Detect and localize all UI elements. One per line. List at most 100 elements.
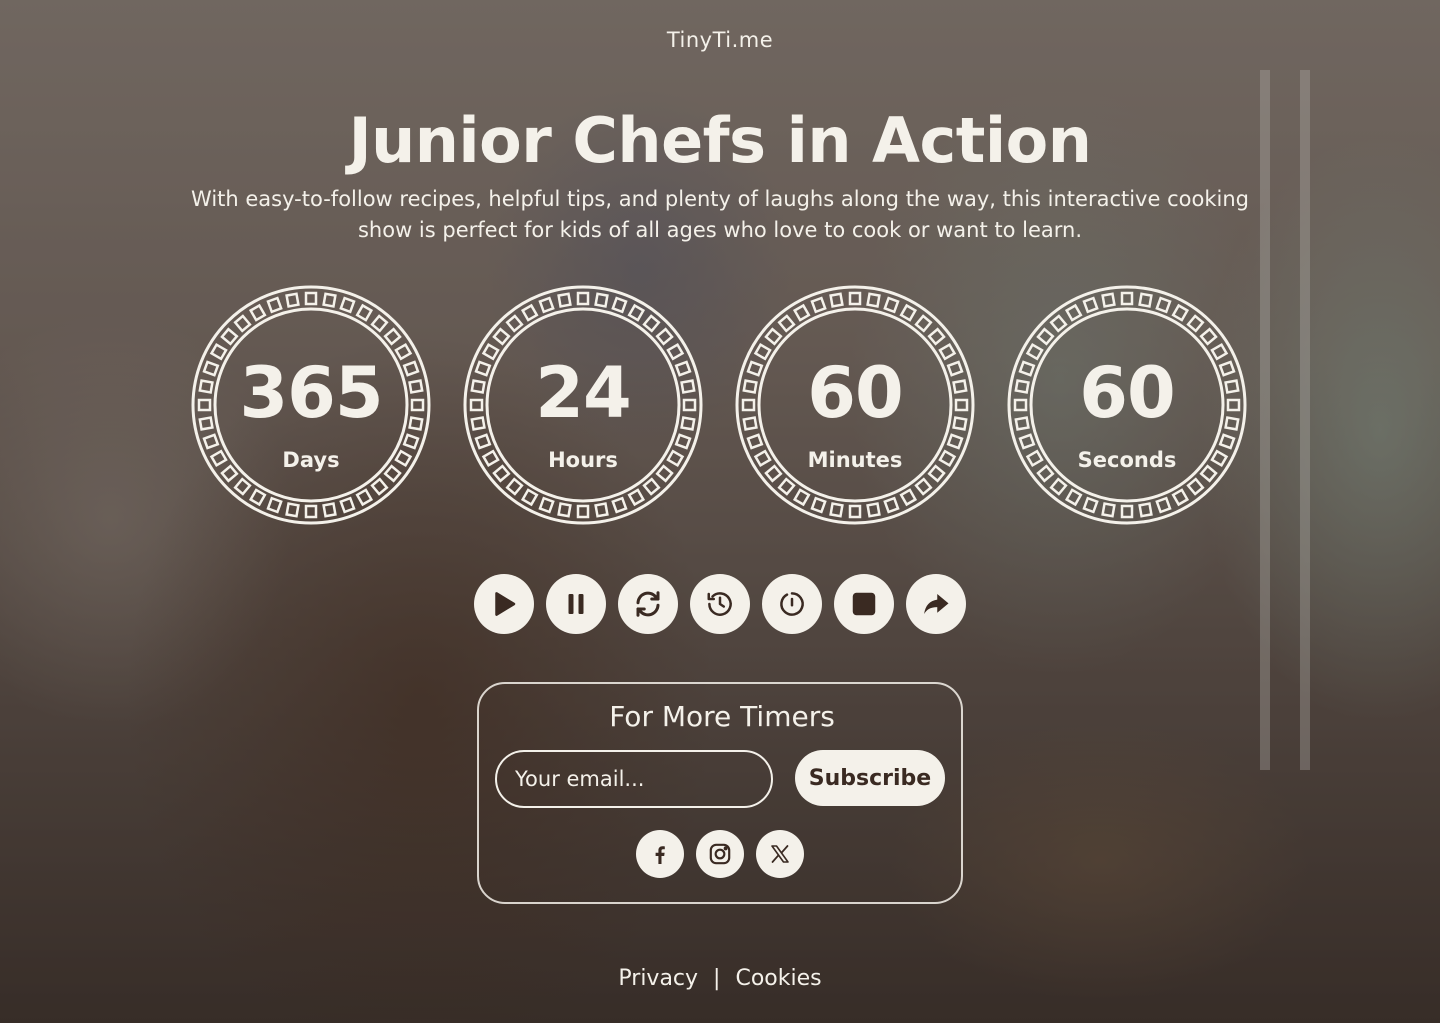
- timer-value: 60: [807, 352, 903, 434]
- timer-reset-button[interactable]: [762, 574, 822, 634]
- ring-notch: [1155, 296, 1172, 314]
- ring-notch: [810, 496, 827, 514]
- ring-notch: [520, 303, 539, 322]
- timer-value: 60: [1079, 352, 1175, 434]
- ring-notch: [1049, 477, 1068, 496]
- ring-notch: [248, 303, 267, 322]
- stop-button[interactable]: [834, 574, 894, 634]
- restart-button[interactable]: [618, 574, 678, 634]
- ring-notch: [627, 303, 646, 322]
- ring-notch: [233, 314, 252, 333]
- timer-label: Days: [282, 448, 340, 472]
- page-subtitle: With easy-to-follow recipes, helpful tip…: [191, 187, 1249, 242]
- ring-notch: [746, 433, 764, 450]
- ring-notch: [899, 303, 918, 322]
- instagram-link[interactable]: [696, 830, 744, 878]
- ring-notch: [655, 327, 674, 346]
- history-button[interactable]: [690, 574, 750, 634]
- countdown-timers: 365 Days 24 Hours 60 Minutes 60 Seconds: [190, 284, 1248, 526]
- ring-notch: [899, 488, 918, 507]
- ring-notch: [1120, 504, 1134, 519]
- timer-label: Seconds: [1077, 448, 1177, 472]
- ring-notch: [538, 296, 555, 314]
- ring-notch: [1199, 327, 1218, 346]
- subscribe-button[interactable]: Subscribe: [795, 750, 945, 806]
- subscribe-title: For More Timers: [609, 700, 835, 733]
- ring-notch: [557, 502, 572, 518]
- pause-button[interactable]: [546, 574, 606, 634]
- ring-notch: [611, 496, 628, 514]
- ring-notch: [505, 314, 524, 333]
- ring-notch: [355, 488, 374, 507]
- ring-notch: [1186, 314, 1205, 333]
- share-button[interactable]: [906, 574, 966, 634]
- ring-notch: [777, 314, 796, 333]
- brand-logo[interactable]: TinyTi.me: [0, 28, 1440, 52]
- x-link[interactable]: [756, 830, 804, 878]
- ring-notch: [285, 292, 300, 308]
- ring-notch: [304, 504, 318, 519]
- ring-notch: [1101, 502, 1116, 518]
- stop-icon: [852, 592, 876, 616]
- ring-notch: [914, 314, 933, 333]
- pause-icon: [568, 594, 584, 614]
- facebook-icon: [655, 846, 665, 864]
- privacy-link[interactable]: Privacy: [618, 966, 698, 991]
- facebook-link[interactable]: [636, 830, 684, 878]
- ring-notch: [848, 504, 862, 519]
- ring-notch: [1049, 314, 1068, 333]
- timer-seconds: 60 Seconds: [1006, 284, 1248, 526]
- ring-notch: [674, 433, 692, 450]
- email-field[interactable]: [495, 750, 773, 808]
- ring-notch: [642, 477, 661, 496]
- ring-notch: [777, 477, 796, 496]
- ring-notch: [927, 327, 946, 346]
- ring-notch: [1064, 488, 1083, 507]
- timer-days: 365 Days: [190, 284, 432, 526]
- ring-notch: [402, 433, 420, 450]
- ring-notch: [220, 327, 239, 346]
- ring-notch: [202, 433, 220, 450]
- ring-notch: [339, 296, 356, 314]
- ring-notch: [266, 296, 283, 314]
- ring-notch: [829, 502, 844, 518]
- ring-notch: [1018, 433, 1036, 450]
- timer-value: 24: [535, 352, 631, 434]
- ring-notch: [883, 496, 900, 514]
- social-links: [636, 830, 804, 878]
- ring-notch: [1101, 292, 1116, 308]
- ring-notch: [594, 502, 609, 518]
- ring-notch: [355, 303, 374, 322]
- ring-notch: [1082, 496, 1099, 514]
- ring-notch: [322, 292, 337, 308]
- share-icon: [924, 594, 949, 614]
- ring-notch: [339, 496, 356, 514]
- timer-hours: 24 Hours: [462, 284, 704, 526]
- subscribe-panel: For More Timers Subscribe: [477, 682, 963, 904]
- ring-notch: [1138, 292, 1153, 308]
- ring-notch: [1120, 291, 1134, 306]
- timer-label: Hours: [548, 448, 618, 472]
- ring-notch: [848, 291, 862, 306]
- ring-notch: [594, 292, 609, 308]
- footer-links: Privacy | Cookies: [0, 966, 1440, 991]
- ring-notch: [576, 291, 590, 306]
- ring-notch: [538, 496, 555, 514]
- ring-notch: [285, 502, 300, 518]
- ring-notch: [866, 502, 881, 518]
- ring-notch: [1171, 303, 1190, 322]
- ring-notch: [914, 477, 933, 496]
- ring-notch: [322, 502, 337, 518]
- ring-notch: [370, 314, 389, 333]
- ring-notch: [627, 488, 646, 507]
- instagram-icon: [709, 843, 731, 865]
- ring-notch: [1082, 296, 1099, 314]
- ring-notch: [576, 504, 590, 519]
- ring-notch: [611, 296, 628, 314]
- ring-notch: [266, 496, 283, 514]
- play-button[interactable]: [474, 574, 534, 634]
- cookies-link[interactable]: Cookies: [735, 966, 821, 991]
- ring-notch: [764, 327, 783, 346]
- refresh-icon: [636, 591, 660, 617]
- ring-notch: [810, 296, 827, 314]
